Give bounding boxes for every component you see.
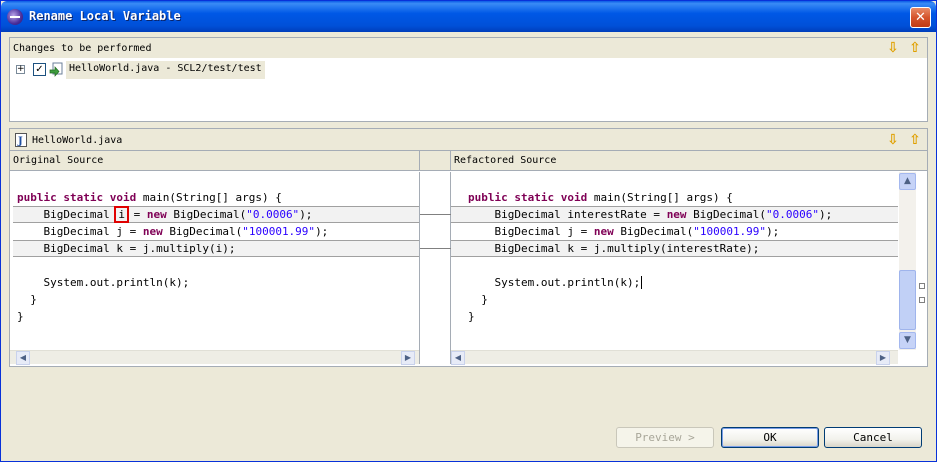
code-line: } [468,310,475,323]
code-token: ); [819,208,833,221]
previous-difference-icon[interactable]: ⇧ [907,132,923,148]
original-source-editor[interactable]: public static void main(String[] args) {… [10,172,419,350]
code-token: "100001.99" [242,225,316,238]
tree-item-label: HelloWorld.java - SCL2/test/test [66,61,265,79]
code-token: ); [299,208,313,221]
previous-change-icon[interactable]: ⇧ [907,40,923,56]
left-horizontal-scrollbar[interactable]: ◀ ▶ [10,350,419,365]
code-token: = [126,208,147,221]
java-change-icon [49,62,63,77]
scroll-thumb[interactable] [899,270,916,330]
change-checkbox[interactable]: ✓ [33,63,46,76]
scroll-right-icon[interactable]: ▶ [876,351,890,365]
code-token: BigDecimal( [613,225,694,238]
next-difference-icon[interactable]: ⇩ [885,132,901,148]
window-title: Rename Local Variable [29,9,181,23]
changes-tree: + ✓ HelloWorld.java - SCL2/test/test [10,58,927,121]
code-token: new [142,225,163,238]
refactored-source-label: Refactored Source [454,155,557,166]
scroll-left-icon[interactable]: ◀ [16,351,30,365]
right-horizontal-scrollbar[interactable]: ◀ ▶ [451,350,898,365]
code-token: BigDecimal( [686,208,767,221]
diff-connector-line [420,248,452,249]
change-marker[interactable] [919,283,925,289]
change-marker[interactable] [919,297,925,303]
scroll-right-icon[interactable]: ▶ [401,351,415,365]
refactored-source-header: Refactored Source [451,151,927,171]
renamed-variable-highlight: i [114,206,129,223]
changes-header: Changes to be performed ⇩ ⇧ [10,38,927,58]
code-token: main(String[] args) { [136,191,282,204]
vertical-scrollbar[interactable]: ▲ ▼ [899,172,916,350]
compare-file-title: HelloWorld.java [32,135,123,146]
code-token: new [593,225,614,238]
code-token: public static void [17,191,137,204]
code-line: System.out.println(k); [17,276,190,289]
code-line: } [17,310,24,323]
code-token: ); [315,225,329,238]
expand-icon[interactable]: + [16,65,25,74]
code-line: BigDecimal k = j.multiply(i); [17,242,236,255]
refactored-source-editor[interactable]: public static void main(String[] args) {… [451,172,898,350]
code-token: BigDecimal( [166,208,247,221]
title-bar[interactable]: Rename Local Variable ✕ [1,1,936,32]
scroll-left-icon[interactable]: ◀ [451,351,465,365]
next-change-icon[interactable]: ⇩ [885,40,901,56]
svg-text:J: J [17,136,23,147]
original-source-label: Original Source [13,155,104,166]
code-token: new [146,208,167,221]
code-token: "0.0006" [246,208,300,221]
scroll-up-icon[interactable]: ▲ [899,173,916,190]
rename-dialog: Rename Local Variable ✕ Changes to be pe… [0,0,937,462]
code-token: BigDecimal( [162,225,243,238]
original-source-header: Original Source [10,151,419,171]
preview-button[interactable]: Preview > [616,427,714,448]
changes-title: Changes to be performed [13,43,152,54]
code-token: BigDecimal [17,208,117,221]
code-token: "0.0006" [766,208,820,221]
diff-connector-line [420,214,452,215]
diff-connector-gutter [419,172,452,364]
compare-panel: J HelloWorld.java ⇩ ⇧ Original Source Re… [9,128,928,367]
code-token: BigDecimal interestRate = [468,208,667,221]
code-token: "100001.99" [693,225,767,238]
code-token: new [666,208,687,221]
code-line: BigDecimal k = j.multiply(interestRate); [468,242,760,255]
code-token: main(String[] args) { [587,191,733,204]
scroll-down-icon[interactable]: ▼ [899,332,916,349]
code-token: public static void [468,191,588,204]
java-file-icon: J [15,133,27,147]
close-button[interactable]: ✕ [910,7,931,28]
overview-ruler [917,172,927,350]
code-line: System.out.println(k); [468,276,641,289]
text-caret: ​ [641,276,643,289]
code-token: ); [766,225,780,238]
eclipse-icon [7,9,23,25]
code-line: } [468,293,488,306]
ok-button[interactable]: OK [721,427,819,448]
center-gutter-header [419,151,451,171]
changes-panel: Changes to be performed ⇩ ⇧ + ✓ HelloWor… [9,37,928,122]
code-token: BigDecimal j = [17,225,143,238]
code-line: } [17,293,37,306]
code-token: BigDecimal j = [468,225,594,238]
compare-header: J HelloWorld.java ⇩ ⇧ [10,129,927,151]
cancel-button[interactable]: Cancel [824,427,922,448]
